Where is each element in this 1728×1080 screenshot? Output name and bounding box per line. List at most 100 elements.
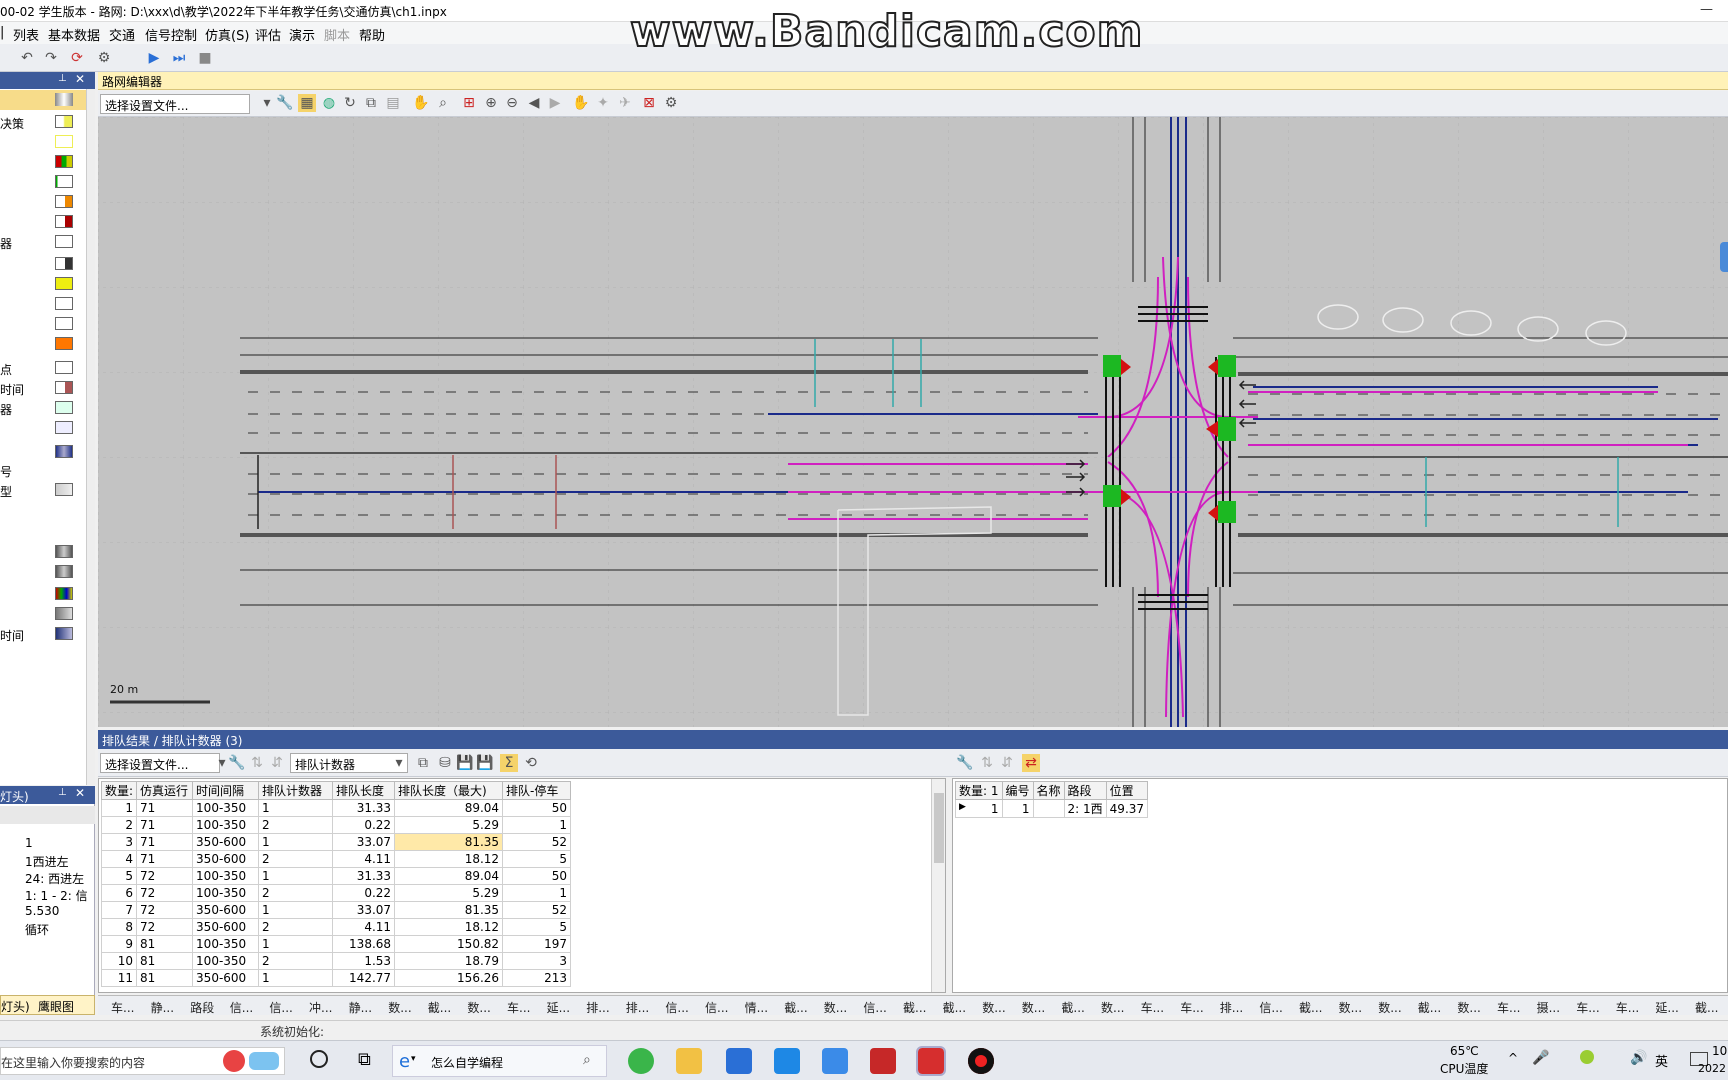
list-tab[interactable]: 数... bbox=[1101, 999, 1124, 1016]
cell[interactable]: 5 bbox=[502, 918, 572, 936]
table-row[interactable]: 6 72 100-350 2 0.22 5.29 1 bbox=[100, 884, 572, 902]
cell[interactable]: 350-600 bbox=[192, 901, 260, 919]
menu-item-scripts[interactable]: 脚本 bbox=[324, 25, 350, 44]
object-type-row[interactable] bbox=[0, 418, 90, 438]
cell[interactable]: 100-350 bbox=[192, 867, 260, 885]
table-row[interactable]: 5 72 100-350 1 31.33 89.04 50 bbox=[100, 867, 572, 885]
table-row[interactable]: 4 71 350-600 2 4.11 18.12 5 bbox=[100, 850, 572, 868]
cell[interactable]: 1 bbox=[502, 884, 572, 902]
list-tab[interactable]: 车... bbox=[1576, 999, 1599, 1016]
cell[interactable]: 31.33 bbox=[332, 799, 396, 817]
object-type-row[interactable] bbox=[0, 152, 90, 172]
object-type-row[interactable] bbox=[0, 334, 90, 354]
plane-icon[interactable]: ✈ bbox=[616, 94, 634, 112]
sort-asc-icon[interactable]: ⇅ bbox=[248, 754, 266, 772]
sync-icon[interactable]: ⇄ bbox=[1022, 754, 1040, 772]
cell[interactable] bbox=[1032, 799, 1065, 818]
refresh-icon[interactable]: ⟳ bbox=[68, 49, 86, 67]
cell[interactable]: 31.33 bbox=[332, 867, 396, 885]
list-tab[interactable]: 排... bbox=[626, 999, 649, 1016]
menu-item-help[interactable]: 帮助 bbox=[359, 25, 385, 44]
object-type-row[interactable] bbox=[0, 274, 90, 294]
play-icon[interactable]: ▶ bbox=[145, 49, 163, 67]
cell[interactable]: 100-350 bbox=[192, 816, 260, 834]
cell[interactable]: 18.79 bbox=[394, 952, 504, 970]
cell[interactable]: 1 bbox=[1001, 799, 1034, 818]
table-row[interactable]: 11 81 350-600 1 142.77 156.26 213 bbox=[100, 969, 572, 987]
cell[interactable]: 100-350 bbox=[192, 935, 260, 953]
col-header[interactable]: 排队计数器 bbox=[258, 781, 334, 800]
tray-green-icon[interactable] bbox=[1580, 1050, 1594, 1064]
object-type-row[interactable]: 器 bbox=[0, 232, 90, 252]
object-type-row[interactable]: 时间 bbox=[0, 378, 90, 398]
rotate-icon[interactable]: ↻ bbox=[341, 94, 359, 112]
cell[interactable]: 5.29 bbox=[394, 884, 504, 902]
wrench-icon[interactable]: 🔧 bbox=[956, 754, 974, 772]
list-tab[interactable]: 信... bbox=[269, 999, 292, 1016]
list-tab[interactable]: 数... bbox=[388, 999, 411, 1016]
file-explorer-icon[interactable] bbox=[676, 1048, 702, 1074]
cell[interactable]: 1 bbox=[258, 867, 334, 885]
sum-icon[interactable]: Σ bbox=[500, 754, 518, 772]
object-type-row[interactable] bbox=[0, 132, 90, 152]
property-value[interactable]: 5.530 bbox=[25, 904, 59, 918]
cell[interactable]: 150.82 bbox=[394, 935, 504, 953]
cell[interactable]: 213 bbox=[502, 969, 572, 987]
list-tab[interactable]: 数... bbox=[1339, 999, 1362, 1016]
pan-icon[interactable]: ✋ bbox=[412, 94, 430, 112]
cell[interactable]: 3 bbox=[502, 952, 572, 970]
list-tab[interactable]: 截... bbox=[943, 999, 966, 1016]
results-scrollbar[interactable] bbox=[931, 779, 945, 992]
list-tab[interactable]: 摄... bbox=[1537, 999, 1560, 1016]
cortana-icon[interactable] bbox=[310, 1050, 328, 1068]
cell[interactable]: 18.12 bbox=[394, 850, 504, 868]
list-tab[interactable]: 截... bbox=[1418, 999, 1441, 1016]
property-value[interactable]: 1 bbox=[25, 836, 33, 850]
copy-icon[interactable]: ⧉ bbox=[362, 94, 380, 112]
cell[interactable]: 1.53 bbox=[332, 952, 396, 970]
zoom-extent-icon[interactable]: ⊞ bbox=[460, 94, 478, 112]
table-row[interactable]: 7 72 350-600 1 33.07 81.35 52 bbox=[100, 901, 572, 919]
cell[interactable]: 33.07 bbox=[332, 901, 396, 919]
wrench-icon[interactable]: 🔧 bbox=[228, 754, 246, 772]
object-type-row[interactable] bbox=[0, 254, 90, 274]
chevron-down-icon[interactable]: ▾ bbox=[390, 754, 408, 772]
scrollbar-thumb[interactable] bbox=[934, 793, 944, 863]
cell[interactable]: 2 bbox=[258, 918, 334, 936]
cell[interactable]: 4.11 bbox=[332, 918, 396, 936]
close-icon[interactable]: ✕ bbox=[75, 72, 85, 86]
list-tab[interactable]: 数... bbox=[1457, 999, 1480, 1016]
database-icon[interactable]: ⛁ bbox=[436, 754, 454, 772]
table-row[interactable]: 3 71 350-600 1 33.07 81.35 52 bbox=[100, 833, 572, 851]
object-type-row[interactable] bbox=[0, 314, 90, 334]
cell[interactable]: 138.68 bbox=[332, 935, 396, 953]
object-type-row[interactable]: 型 bbox=[0, 480, 90, 500]
pin-icon[interactable]: ⊥ bbox=[58, 73, 67, 84]
col-header[interactable]: 位置 bbox=[1105, 781, 1149, 800]
mail-icon[interactable] bbox=[774, 1048, 800, 1074]
cell[interactable]: 72 bbox=[136, 867, 194, 885]
menu-item-traffic[interactable]: 交通 bbox=[109, 25, 135, 44]
col-header[interactable]: 仿真运行 bbox=[136, 781, 194, 800]
menu-item-base-data[interactable]: 基本数据 bbox=[48, 25, 100, 44]
object-type-row[interactable] bbox=[0, 562, 90, 582]
object-type-row[interactable] bbox=[0, 172, 90, 192]
table-row[interactable]: 2 71 100-350 2 0.22 5.29 1 bbox=[100, 816, 572, 834]
cell[interactable]: 0.22 bbox=[332, 816, 396, 834]
store-icon[interactable] bbox=[726, 1048, 752, 1074]
list-tab[interactable]: 车... bbox=[507, 999, 530, 1016]
table-row[interactable]: 1 71 100-350 1 31.33 89.04 50 bbox=[100, 799, 572, 817]
pedestrian-icon[interactable]: ✦ bbox=[594, 94, 612, 112]
cell[interactable]: 71 bbox=[136, 816, 194, 834]
cell[interactable]: 100-350 bbox=[192, 952, 260, 970]
cell[interactable]: 72 bbox=[136, 901, 194, 919]
list-tab[interactable]: 数... bbox=[467, 999, 490, 1016]
cell[interactable]: 18.12 bbox=[394, 918, 504, 936]
cell[interactable]: 350-600 bbox=[192, 850, 260, 868]
list-tab[interactable]: 排... bbox=[1220, 999, 1243, 1016]
table-row[interactable]: 10 81 100-350 2 1.53 18.79 3 bbox=[100, 952, 572, 970]
cell[interactable]: 89.04 bbox=[394, 799, 504, 817]
menu-item-simulation[interactable]: 仿真(S) bbox=[205, 25, 249, 44]
cell[interactable]: 1 bbox=[258, 969, 334, 987]
history-icon[interactable]: ⟲ bbox=[522, 754, 540, 772]
